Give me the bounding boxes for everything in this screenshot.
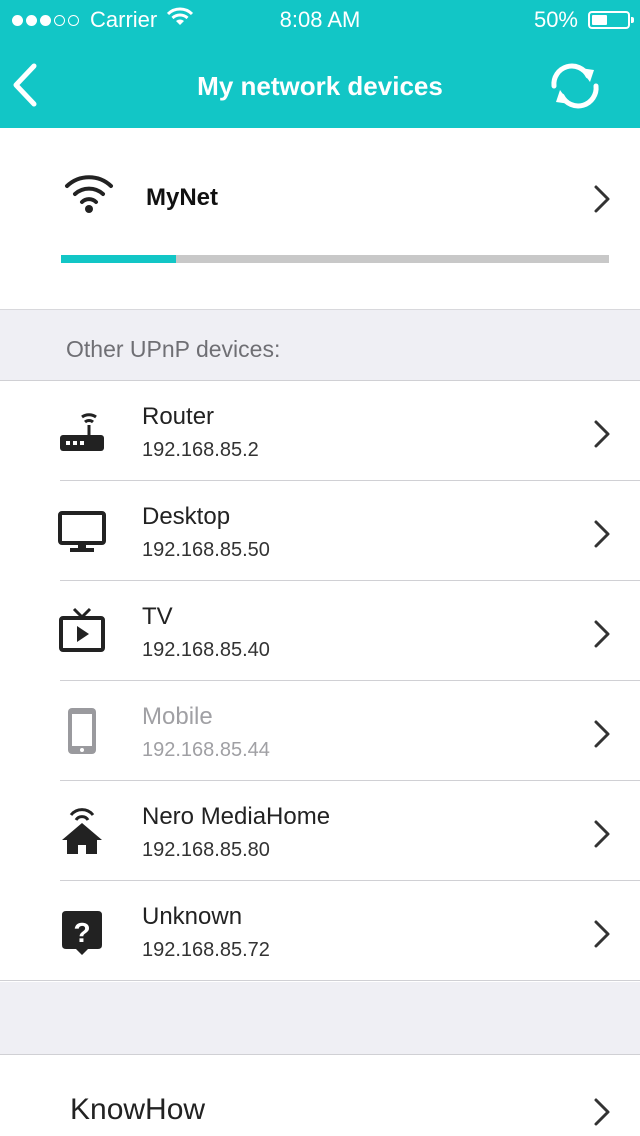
battery-icon <box>588 11 634 29</box>
svg-text:?: ? <box>73 917 90 948</box>
section-spacer <box>0 982 640 1055</box>
knowhow-row[interactable]: KnowHow <box>0 1055 640 1136</box>
chevron-right-icon <box>592 1097 612 1132</box>
device-name: Mobile <box>142 703 213 730</box>
knowhow-label: KnowHow <box>70 1093 206 1126</box>
device-name: Unknown <box>142 903 243 930</box>
section-header-label: Other UPnP devices: <box>66 336 281 362</box>
chevron-right-icon <box>592 819 612 854</box>
device-ip: 192.168.85.40 <box>142 639 270 661</box>
list-item-nero-mediahome[interactable]: Nero MediaHome 192.168.85.80 <box>0 781 640 881</box>
list-item-mobile[interactable]: Mobile 192.168.85.44 <box>0 681 640 781</box>
network-row[interactable]: MyNet <box>0 128 640 310</box>
list-item-router[interactable]: Router 192.168.85.2 <box>0 381 640 481</box>
device-ip: 192.168.85.50 <box>142 539 270 561</box>
navigation-bar: My network devices <box>0 40 640 128</box>
router-icon <box>56 405 108 457</box>
media-home-icon <box>56 805 108 857</box>
chevron-right-icon <box>592 719 612 754</box>
device-ip: 192.168.85.72 <box>142 939 270 961</box>
device-ip: 192.168.85.80 <box>142 839 270 861</box>
chevron-right-icon <box>592 519 612 554</box>
scan-progress-fill <box>61 255 177 263</box>
device-name: Nero MediaHome <box>142 803 331 830</box>
chevron-right-icon <box>592 419 612 454</box>
monitor-icon <box>56 505 108 557</box>
device-ip: 192.168.85.44 <box>142 739 270 761</box>
chevron-right-icon <box>592 184 612 219</box>
status-bar: Carrier 8:08 AM 50% <box>0 0 640 40</box>
list-item-unknown[interactable]: ? Unknown 192.168.85.72 <box>0 881 640 981</box>
scan-progress-bar <box>61 255 609 263</box>
mobile-phone-icon <box>56 705 108 757</box>
device-name: Router <box>142 403 215 430</box>
network-name: MyNet <box>146 184 219 211</box>
device-list: Router 192.168.85.2 Desktop 192.168.85.5… <box>0 381 640 981</box>
list-item-tv[interactable]: TV 192.168.85.40 <box>0 581 640 681</box>
wifi-icon <box>64 172 114 219</box>
device-name: TV <box>142 603 173 630</box>
question-icon: ? <box>56 905 108 957</box>
device-name: Desktop <box>142 503 231 530</box>
battery-percent: 50% <box>533 7 578 32</box>
refresh-icon <box>551 63 599 109</box>
section-header: Other UPnP devices: <box>0 310 640 381</box>
chevron-right-icon <box>592 919 612 954</box>
tv-icon <box>56 605 108 657</box>
chevron-right-icon <box>592 619 612 654</box>
refresh-button[interactable] <box>546 62 604 110</box>
page-title: My network devices <box>197 71 443 101</box>
app-header: Carrier 8:08 AM 50% My network devices <box>0 0 640 128</box>
device-ip: 192.168.85.2 <box>142 439 259 461</box>
list-item-desktop[interactable]: Desktop 192.168.85.50 <box>0 481 640 581</box>
